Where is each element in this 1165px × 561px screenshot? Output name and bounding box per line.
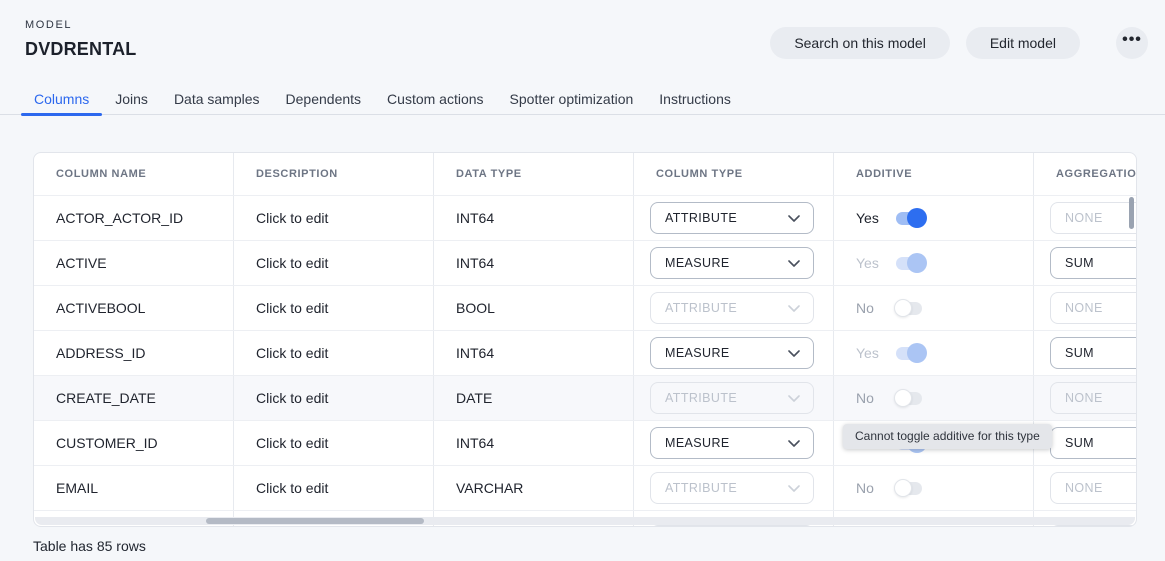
- horizontal-scrollbar-track[interactable]: [35, 517, 1135, 525]
- aggregation-dropdown[interactable]: SUM: [1050, 337, 1136, 369]
- model-eyebrow-label: MODEL: [25, 19, 72, 31]
- aggregation-dropdown[interactable]: SUM: [1050, 427, 1136, 459]
- vertical-scrollbar-thumb[interactable]: [1129, 197, 1134, 229]
- additive-toggle: [896, 388, 924, 408]
- column-name-cell: CREATE_DATE: [34, 376, 234, 420]
- header-data-type: DATA TYPE: [434, 153, 634, 195]
- column-type-dropdown[interactable]: ATTRIBUTE: [650, 202, 814, 234]
- table-row: CREATE_DATE Click to edit DATE ATTRIBUTE…: [34, 375, 1136, 420]
- data-type-cell: INT64: [434, 241, 634, 285]
- edit-model-button[interactable]: Edit model: [966, 27, 1080, 59]
- column-name-cell: CUSTOMER_ID: [34, 421, 234, 465]
- table-row: EMAIL Click to edit VARCHAR ATTRIBUTE No…: [34, 465, 1136, 510]
- additive-toggle: [896, 253, 924, 273]
- data-type-cell: VARCHAR: [434, 466, 634, 510]
- description-cell[interactable]: Click to edit: [234, 421, 434, 465]
- aggregation-dropdown: [1050, 525, 1136, 527]
- data-type-cell: DATE: [434, 376, 634, 420]
- table-header-row: COLUMN NAME DESCRIPTION DATA TYPE COLUMN…: [34, 153, 1136, 195]
- tab-dependents[interactable]: Dependents: [273, 84, 375, 114]
- column-type-dropdown: ATTRIBUTE: [650, 472, 814, 504]
- tab-data-samples[interactable]: Data samples: [161, 84, 273, 114]
- column-type-dropdown: ATTRIBUTE: [650, 382, 814, 414]
- header-description: DESCRIPTION: [234, 153, 434, 195]
- description-cell[interactable]: Click to edit: [234, 466, 434, 510]
- chevron-down-icon: [788, 440, 800, 447]
- horizontal-scrollbar-thumb[interactable]: [206, 518, 424, 524]
- search-on-model-button[interactable]: Search on this model: [770, 27, 950, 59]
- additive-label: Yes: [856, 255, 883, 271]
- column-name-cell: ACTIVEBOOL: [34, 286, 234, 330]
- additive-label: Yes: [856, 210, 883, 226]
- tab-spotter-optimization[interactable]: Spotter optimization: [497, 84, 647, 114]
- additive-toggle[interactable]: [896, 208, 924, 228]
- column-type-dropdown[interactable]: MEASURE: [650, 337, 814, 369]
- description-cell[interactable]: Click to edit: [234, 376, 434, 420]
- header-actions: Search on this model Edit model •••: [770, 27, 1148, 59]
- additive-toggle: [896, 343, 924, 363]
- table-row: ADDRESS_ID Click to edit INT64 MEASURE Y…: [34, 330, 1136, 375]
- chevron-down-icon: [788, 395, 800, 402]
- additive-label: Yes: [856, 345, 883, 361]
- data-type-cell: INT64: [434, 421, 634, 465]
- columns-table: COLUMN NAME DESCRIPTION DATA TYPE COLUMN…: [33, 152, 1137, 527]
- additive-toggle: [896, 478, 924, 498]
- table-row: ACTIVEBOOL Click to edit BOOL ATTRIBUTE …: [34, 285, 1136, 330]
- tab-instructions[interactable]: Instructions: [646, 84, 744, 114]
- column-name-cell: ADDRESS_ID: [34, 331, 234, 375]
- chevron-down-icon: [788, 305, 800, 312]
- aggregation-dropdown: NONE: [1050, 292, 1136, 324]
- table-row-count: Table has 85 rows: [33, 538, 146, 554]
- description-cell[interactable]: Click to edit: [234, 286, 434, 330]
- aggregation-dropdown: NONE: [1050, 382, 1136, 414]
- header-additive: ADDITIVE: [834, 153, 1034, 195]
- column-type-dropdown: [650, 525, 814, 527]
- column-type-dropdown[interactable]: MEASURE: [650, 247, 814, 279]
- more-options-button[interactable]: •••: [1116, 27, 1148, 59]
- column-name-cell: EMAIL: [34, 466, 234, 510]
- table-row: ACTIVE Click to edit INT64 MEASURE Yes S…: [34, 240, 1136, 285]
- description-cell[interactable]: Click to edit: [234, 331, 434, 375]
- header-column-name: COLUMN NAME: [34, 153, 234, 195]
- description-cell[interactable]: Click to edit: [234, 241, 434, 285]
- chevron-down-icon: [788, 350, 800, 357]
- additive-tooltip: Cannot toggle additive for this type: [843, 424, 1052, 449]
- header-column-type: COLUMN TYPE: [634, 153, 834, 195]
- data-type-cell: BOOL: [434, 286, 634, 330]
- additive-toggle: [896, 298, 924, 318]
- column-name-cell: ACTOR_ACTOR_ID: [34, 196, 234, 240]
- chevron-down-icon: [788, 485, 800, 492]
- tab-columns[interactable]: Columns: [21, 84, 102, 114]
- chevron-down-icon: [788, 215, 800, 222]
- aggregation-dropdown: NONE: [1050, 472, 1136, 504]
- ellipsis-icon: •••: [1122, 31, 1142, 49]
- additive-label: No: [856, 390, 883, 406]
- column-name-cell: ACTIVE: [34, 241, 234, 285]
- data-type-cell: INT64: [434, 196, 634, 240]
- aggregation-dropdown[interactable]: SUM: [1050, 247, 1136, 279]
- tab-custom-actions[interactable]: Custom actions: [374, 84, 496, 114]
- aggregation-dropdown: NONE: [1050, 202, 1136, 234]
- header-aggregation: AGGREGATION: [1034, 153, 1136, 195]
- chevron-down-icon: [788, 260, 800, 267]
- description-cell[interactable]: Click to edit: [234, 196, 434, 240]
- table-row: ACTOR_ACTOR_ID Click to edit INT64 ATTRI…: [34, 195, 1136, 240]
- column-type-dropdown[interactable]: MEASURE: [650, 427, 814, 459]
- tab-bar: Columns Joins Data samples Dependents Cu…: [0, 84, 1165, 115]
- column-type-dropdown: ATTRIBUTE: [650, 292, 814, 324]
- additive-label: No: [856, 480, 883, 496]
- data-type-cell: INT64: [434, 331, 634, 375]
- additive-label: No: [856, 300, 883, 316]
- page-title: DVDRENTAL: [25, 39, 136, 60]
- tab-joins[interactable]: Joins: [102, 84, 161, 114]
